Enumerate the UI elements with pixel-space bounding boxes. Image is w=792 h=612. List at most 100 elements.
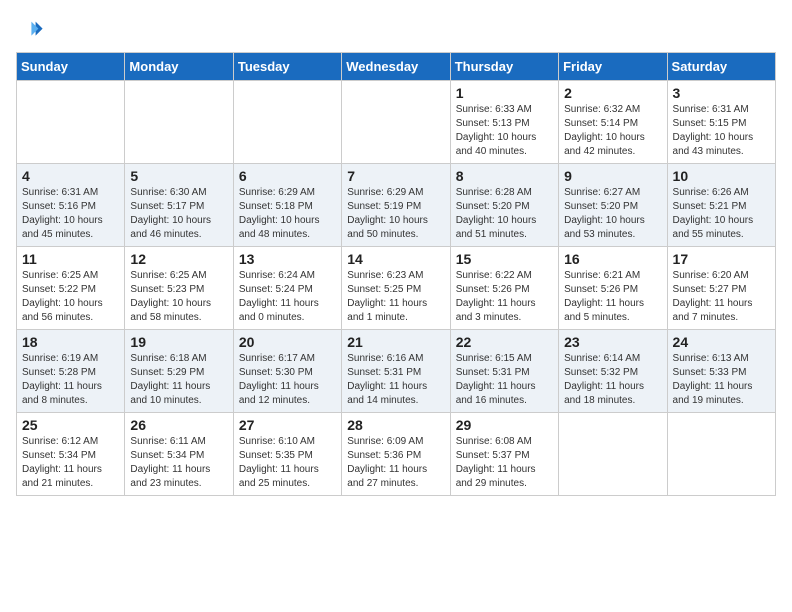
column-header-thursday: Thursday: [450, 53, 558, 81]
day-number: 3: [673, 85, 770, 101]
day-info: Sunrise: 6:33 AM Sunset: 5:13 PM Dayligh…: [456, 103, 553, 159]
calendar-cell: 18 Sunrise: 6:19 AM Sunset: 5:28 PM Dayli…: [17, 330, 125, 413]
logo-icon: [16, 16, 44, 44]
calendar-cell: 16 Sunrise: 6:21 AM Sunset: 5:26 PM Dayli…: [559, 247, 667, 330]
calendar-cell: 12Sunrise: 6:25 AM Sunset: 5:23 PM Dayli…: [125, 247, 233, 330]
column-header-monday: Monday: [125, 53, 233, 81]
page-header: [16, 16, 776, 44]
day-info: Sunrise: 6:30 AM Sunset: 5:17 PM Dayligh…: [130, 186, 227, 242]
calendar-cell: 19 Sunrise: 6:18 AM Sunset: 5:29 PM Dayli…: [125, 330, 233, 413]
calendar-cell: 28 Sunrise: 6:09 AM Sunset: 5:36 PM Dayli…: [342, 413, 450, 496]
day-number: 20: [239, 334, 336, 350]
column-header-saturday: Saturday: [667, 53, 775, 81]
calendar-cell: [559, 413, 667, 496]
calendar-cell: 13Sunrise: 6:24 AM Sunset: 5:24 PM Dayli…: [233, 247, 341, 330]
day-info: Sunrise: 6:13 AM Sunset: 5:33 PM Dayligh…: [673, 352, 770, 408]
day-info: Sunrise: 6:17 AM Sunset: 5:30 PM Dayligh…: [239, 352, 336, 408]
day-info: Sunrise: 6:19 AM Sunset: 5:28 PM Dayligh…: [22, 352, 119, 408]
day-number: 21: [347, 334, 444, 350]
day-number: 5: [130, 168, 227, 184]
day-info: Sunrise: 6:09 AM Sunset: 5:36 PM Dayligh…: [347, 435, 444, 491]
day-number: 27: [239, 417, 336, 433]
day-number: 25: [22, 417, 119, 433]
day-number: 26: [130, 417, 227, 433]
day-number: 14: [347, 251, 444, 267]
day-number: 12: [130, 251, 227, 267]
day-number: 1: [456, 85, 553, 101]
calendar-cell: 8 Sunrise: 6:28 AM Sunset: 5:20 PM Daylig…: [450, 164, 558, 247]
calendar-cell: 26 Sunrise: 6:11 AM Sunset: 5:34 PM Dayli…: [125, 413, 233, 496]
day-number: 17: [673, 251, 770, 267]
calendar-cell: 5 Sunrise: 6:30 AM Sunset: 5:17 PM Daylig…: [125, 164, 233, 247]
day-number: 2: [564, 85, 661, 101]
day-info: Sunrise: 6:18 AM Sunset: 5:29 PM Dayligh…: [130, 352, 227, 408]
calendar-cell: 24 Sunrise: 6:13 AM Sunset: 5:33 PM Dayli…: [667, 330, 775, 413]
day-info: Sunrise: 6:32 AM Sunset: 5:14 PM Dayligh…: [564, 103, 661, 159]
day-info: Sunrise: 6:27 AM Sunset: 5:20 PM Dayligh…: [564, 186, 661, 242]
calendar-week-row: 18 Sunrise: 6:19 AM Sunset: 5:28 PM Dayli…: [17, 330, 776, 413]
calendar-week-row: 11Sunrise: 6:25 AM Sunset: 5:22 PM Dayli…: [17, 247, 776, 330]
day-info: Sunrise: 6:20 AM Sunset: 5:27 PM Dayligh…: [673, 269, 770, 325]
day-number: 23: [564, 334, 661, 350]
day-number: 28: [347, 417, 444, 433]
day-info: Sunrise: 6:29 AM Sunset: 5:19 PM Dayligh…: [347, 186, 444, 242]
day-info: Sunrise: 6:26 AM Sunset: 5:21 PM Dayligh…: [673, 186, 770, 242]
day-number: 4: [22, 168, 119, 184]
day-number: 8: [456, 168, 553, 184]
calendar-cell: 15 Sunrise: 6:22 AM Sunset: 5:26 PM Dayli…: [450, 247, 558, 330]
day-number: 18: [22, 334, 119, 350]
calendar-week-row: 25 Sunrise: 6:12 AM Sunset: 5:34 PM Dayli…: [17, 413, 776, 496]
calendar-cell: 2 Sunrise: 6:32 AM Sunset: 5:14 PM Daylig…: [559, 81, 667, 164]
calendar-header-row: SundayMondayTuesdayWednesdayThursdayFrid…: [17, 53, 776, 81]
day-number: 15: [456, 251, 553, 267]
day-info: Sunrise: 6:21 AM Sunset: 5:26 PM Dayligh…: [564, 269, 661, 325]
calendar-week-row: 4 Sunrise: 6:31 AM Sunset: 5:16 PM Daylig…: [17, 164, 776, 247]
day-number: 16: [564, 251, 661, 267]
day-info: Sunrise: 6:11 AM Sunset: 5:34 PM Dayligh…: [130, 435, 227, 491]
calendar-cell: [17, 81, 125, 164]
day-info: Sunrise: 6:23 AM Sunset: 5:25 PM Dayligh…: [347, 269, 444, 325]
day-info: Sunrise: 6:12 AM Sunset: 5:34 PM Dayligh…: [22, 435, 119, 491]
column-header-friday: Friday: [559, 53, 667, 81]
calendar-cell: 1 Sunrise: 6:33 AM Sunset: 5:13 PM Daylig…: [450, 81, 558, 164]
column-header-wednesday: Wednesday: [342, 53, 450, 81]
calendar-cell: 11Sunrise: 6:25 AM Sunset: 5:22 PM Dayli…: [17, 247, 125, 330]
calendar-cell: 25 Sunrise: 6:12 AM Sunset: 5:34 PM Dayli…: [17, 413, 125, 496]
calendar-cell: 10 Sunrise: 6:26 AM Sunset: 5:21 PM Dayli…: [667, 164, 775, 247]
day-info: Sunrise: 6:15 AM Sunset: 5:31 PM Dayligh…: [456, 352, 553, 408]
day-number: 9: [564, 168, 661, 184]
logo: [16, 16, 46, 44]
day-info: Sunrise: 6:28 AM Sunset: 5:20 PM Dayligh…: [456, 186, 553, 242]
calendar-cell: 14 Sunrise: 6:23 AM Sunset: 5:25 PM Dayli…: [342, 247, 450, 330]
day-info: Sunrise: 6:24 AM Sunset: 5:24 PM Dayligh…: [239, 269, 336, 325]
calendar-cell: 23 Sunrise: 6:14 AM Sunset: 5:32 PM Dayli…: [559, 330, 667, 413]
calendar-cell: [342, 81, 450, 164]
day-number: 29: [456, 417, 553, 433]
calendar-cell: 22 Sunrise: 6:15 AM Sunset: 5:31 PM Dayli…: [450, 330, 558, 413]
day-number: 10: [673, 168, 770, 184]
calendar-cell: 17 Sunrise: 6:20 AM Sunset: 5:27 PM Dayli…: [667, 247, 775, 330]
day-number: 7: [347, 168, 444, 184]
day-number: 22: [456, 334, 553, 350]
day-number: 6: [239, 168, 336, 184]
day-info: Sunrise: 6:29 AM Sunset: 5:18 PM Dayligh…: [239, 186, 336, 242]
calendar-cell: 9 Sunrise: 6:27 AM Sunset: 5:20 PM Daylig…: [559, 164, 667, 247]
day-info: Sunrise: 6:22 AM Sunset: 5:26 PM Dayligh…: [456, 269, 553, 325]
calendar-cell: 21Sunrise: 6:16 AM Sunset: 5:31 PM Dayli…: [342, 330, 450, 413]
day-number: 19: [130, 334, 227, 350]
calendar-cell: 27Sunrise: 6:10 AM Sunset: 5:35 PM Dayli…: [233, 413, 341, 496]
calendar-cell: 29 Sunrise: 6:08 AM Sunset: 5:37 PM Dayli…: [450, 413, 558, 496]
day-info: Sunrise: 6:31 AM Sunset: 5:15 PM Dayligh…: [673, 103, 770, 159]
day-info: Sunrise: 6:08 AM Sunset: 5:37 PM Dayligh…: [456, 435, 553, 491]
calendar-cell: 3 Sunrise: 6:31 AM Sunset: 5:15 PM Daylig…: [667, 81, 775, 164]
column-header-tuesday: Tuesday: [233, 53, 341, 81]
calendar-cell: [125, 81, 233, 164]
calendar-cell: [233, 81, 341, 164]
calendar-cell: [667, 413, 775, 496]
day-info: Sunrise: 6:14 AM Sunset: 5:32 PM Dayligh…: [564, 352, 661, 408]
day-number: 11: [22, 251, 119, 267]
day-number: 24: [673, 334, 770, 350]
calendar-cell: 6 Sunrise: 6:29 AM Sunset: 5:18 PM Daylig…: [233, 164, 341, 247]
calendar-cell: 4 Sunrise: 6:31 AM Sunset: 5:16 PM Daylig…: [17, 164, 125, 247]
day-info: Sunrise: 6:31 AM Sunset: 5:16 PM Dayligh…: [22, 186, 119, 242]
